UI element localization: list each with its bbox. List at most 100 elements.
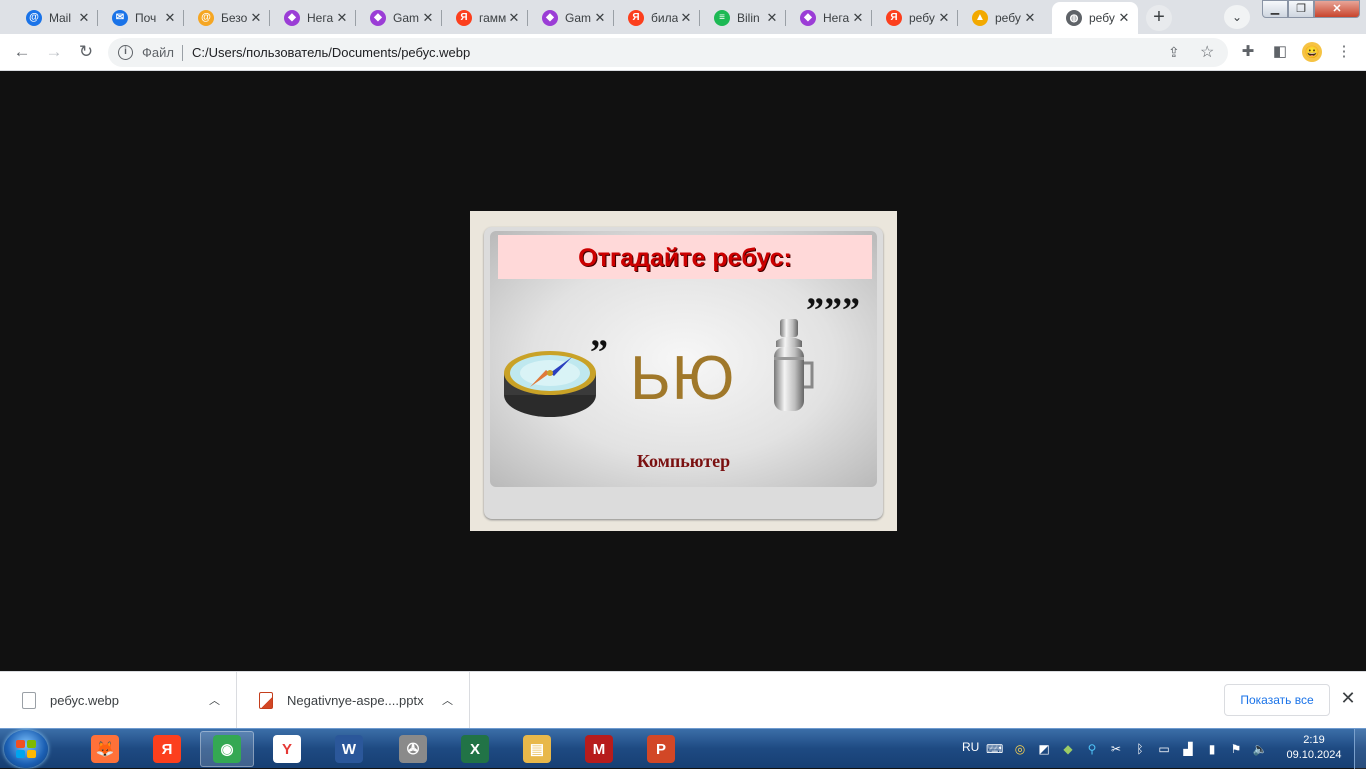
browser-tab[interactable]: ◆ Нега ✕ xyxy=(270,2,356,33)
taskbar-app-button[interactable]: Я xyxy=(140,731,194,767)
tab-close-icon[interactable]: ✕ xyxy=(420,10,436,26)
tab-close-icon[interactable]: ✕ xyxy=(334,10,350,26)
bluetooth-icon[interactable]: ᛒ xyxy=(1132,741,1148,757)
show-all-downloads-button[interactable]: Показать все xyxy=(1224,684,1330,716)
tab-search-button[interactable]: ⌄ xyxy=(1224,5,1250,29)
gamma-hexagon-icon: ◆ xyxy=(370,9,386,26)
compass-icon xyxy=(504,351,596,417)
tab-close-icon[interactable]: ✕ xyxy=(678,10,694,26)
globe-icon: ◍ xyxy=(1066,10,1082,26)
gamma-hexagon-icon: ◆ xyxy=(800,9,816,26)
browser-tab[interactable]: ◍ ребу ✕ xyxy=(1052,2,1138,34)
taskbar-app-button[interactable]: ▤ xyxy=(510,731,564,767)
taskbar-app-button[interactable]: ✇ xyxy=(386,731,440,767)
taskbar-app-button[interactable]: Y xyxy=(260,731,314,767)
browser-tab[interactable]: @ Mail ✕ xyxy=(12,2,98,33)
close-icon[interactable]: ✕ xyxy=(1338,688,1358,709)
page-viewport: Отгадайте ребус: ” ЬЮ ””” Компьютер xyxy=(0,71,1366,671)
clock[interactable]: 2:19 09.10.2024 xyxy=(1278,733,1350,763)
volume-icon[interactable]: 🔈 xyxy=(1252,741,1268,757)
language-indicator[interactable]: RU xyxy=(962,740,979,754)
heading-banner: Отгадайте ребус: xyxy=(498,235,872,279)
browser-tab[interactable]: ◆ Gam ✕ xyxy=(356,2,442,33)
download-filename: ребус.webp xyxy=(50,693,120,708)
chevron-up-icon[interactable]: ︿ xyxy=(442,692,453,708)
browser-tab[interactable]: ≡ Bilin ✕ xyxy=(700,2,786,33)
browser-tab[interactable]: ✉ Поч ✕ xyxy=(98,2,184,33)
action-center-flag-icon[interactable]: ⚑ xyxy=(1228,741,1244,757)
taskbar-app-button[interactable]: ◉ xyxy=(200,731,254,767)
back-button[interactable]: ← xyxy=(10,40,34,64)
show-desktop-button[interactable] xyxy=(1354,729,1366,769)
tab-close-icon[interactable]: ✕ xyxy=(764,10,780,26)
browser-tab[interactable]: Ябила ✕ xyxy=(614,2,700,33)
keyboard-icon[interactable]: ⌨ xyxy=(986,741,1003,757)
new-tab-button[interactable]: + xyxy=(1146,5,1172,31)
usb-drive-icon[interactable]: ▭ xyxy=(1156,741,1172,757)
share-icon[interactable]: ⇪ xyxy=(1168,44,1180,61)
tab-close-icon[interactable]: ✕ xyxy=(76,10,92,26)
taskbar-app-button[interactable]: W xyxy=(322,731,376,767)
minimize-button[interactable]: ▁ xyxy=(1262,0,1288,18)
tab-title: била xyxy=(651,10,678,25)
yandex-icon: Я xyxy=(886,9,902,26)
rebus-word: ЬЮ xyxy=(630,344,736,413)
browser-tab[interactable]: ◆ Gam ✕ xyxy=(528,2,614,33)
address-bar[interactable]: i Файл C:/Users/пользователь/Documents/р… xyxy=(108,38,1228,67)
tray-app-icon[interactable]: ◩ xyxy=(1036,741,1052,757)
browser-tab[interactable]: Ягамм ✕ xyxy=(442,2,528,33)
gamma-hexagon-icon: ◆ xyxy=(284,9,300,26)
battery-icon[interactable]: ▮ xyxy=(1204,741,1220,757)
clock-time: 2:19 xyxy=(1303,734,1325,746)
close-window-button[interactable]: ✕ xyxy=(1314,0,1360,18)
download-item[interactable]: Negativnye-aspe....pptx ︿ xyxy=(237,672,470,729)
menu-kebab-icon[interactable]: ⋮ xyxy=(1334,42,1354,60)
tab-close-icon[interactable]: ✕ xyxy=(248,10,264,26)
taskbar-app-button[interactable]: X xyxy=(448,731,502,767)
tab-close-icon[interactable]: ✕ xyxy=(592,10,608,26)
info-icon[interactable]: i xyxy=(118,45,133,60)
rebus-image: Отгадайте ребус: ” ЬЮ ””” Компьютер xyxy=(470,211,897,531)
taskbar-app-button[interactable]: P xyxy=(634,731,688,767)
browser-tab[interactable]: @ Безо ✕ xyxy=(184,2,270,33)
taskbar-app-button[interactable]: 🦊 xyxy=(78,731,132,767)
profile-avatar[interactable]: 😀 xyxy=(1302,42,1322,62)
spotify-icon: ≡ xyxy=(714,9,730,26)
mail-at-icon: @ xyxy=(26,9,42,26)
network-signal-icon[interactable]: ▟ xyxy=(1180,741,1196,757)
tab-close-icon[interactable]: ✕ xyxy=(936,10,952,26)
tray-app-icon[interactable]: ✂ xyxy=(1108,741,1124,757)
tray-app-icon[interactable]: ⚲ xyxy=(1084,741,1100,757)
download-item[interactable]: ребус.webp ︿ xyxy=(0,672,237,729)
word-icon: W xyxy=(335,735,363,763)
side-panel-icon[interactable]: ◧ xyxy=(1270,42,1290,60)
excel-icon: X xyxy=(461,735,489,763)
tab-close-icon[interactable]: ✕ xyxy=(1116,10,1132,26)
yandex-icon: Я xyxy=(153,735,181,763)
chrome-icon: ◉ xyxy=(213,735,241,763)
tray-app-icon[interactable]: ◆ xyxy=(1060,741,1076,757)
rebus-answer: Компьютер xyxy=(636,451,731,471)
chevron-down-icon: ⌄ xyxy=(1231,10,1243,24)
start-button[interactable] xyxy=(4,730,48,768)
windows-taskbar: 🦊 Я ◉ Y W ✇ X ▤ M P RU ⌨ ◎ ◩ ◆ ⚲ ✂ ᛒ ▭ ▟ ▮ ⚑ 🔈 2:… xyxy=(0,728,1366,769)
address-url[interactable]: C:/Users/пользователь/Documents/ребус.we… xyxy=(192,45,470,60)
browser-tab[interactable]: ◆ Нега ✕ xyxy=(786,2,872,33)
address-divider xyxy=(182,45,183,61)
tab-close-icon[interactable]: ✕ xyxy=(162,10,178,26)
tab-close-icon[interactable]: ✕ xyxy=(1022,10,1038,26)
tray-app-icon[interactable]: ◎ xyxy=(1012,741,1028,757)
tab-close-icon[interactable]: ✕ xyxy=(850,10,866,26)
browser-tab[interactable]: Яребу ✕ xyxy=(872,2,958,33)
media-player-icon: ✇ xyxy=(399,735,427,763)
reload-button[interactable]: ↻ xyxy=(74,40,98,64)
maximize-button[interactable]: ❐ xyxy=(1288,0,1314,18)
chevron-up-icon[interactable]: ︿ xyxy=(209,692,220,708)
tab-close-icon[interactable]: ✕ xyxy=(506,10,522,26)
taskbar-app-button[interactable]: M xyxy=(572,731,626,767)
extensions-puzzle-icon[interactable]: ✚ xyxy=(1238,42,1258,60)
forward-button[interactable]: → xyxy=(42,40,66,64)
tab-title: Безо xyxy=(221,10,248,25)
browser-tab[interactable]: ▲ ребу ✕ xyxy=(958,2,1044,33)
bookmark-star-icon[interactable]: ☆ xyxy=(1200,42,1214,62)
